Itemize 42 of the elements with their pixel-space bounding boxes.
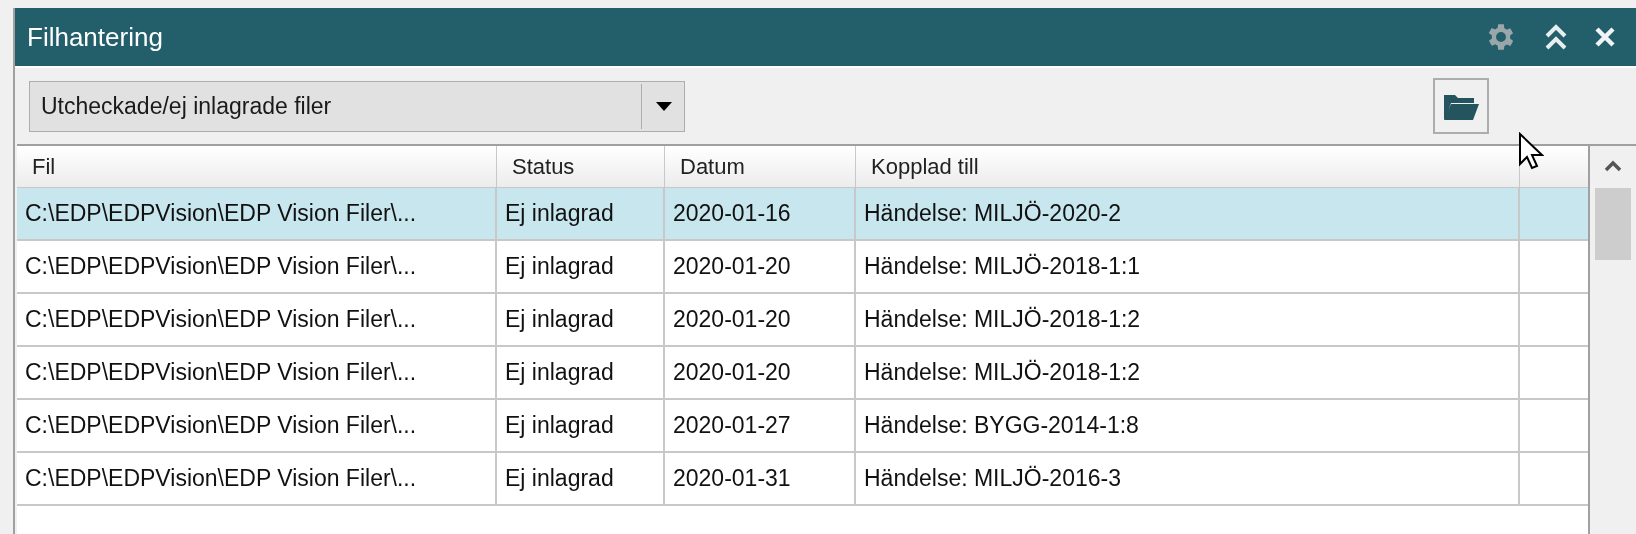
table-row[interactable]: C:\EDP\EDPVision\EDP Vision Filer\... Ej inlagrad 2020-01-27 Händelse: BYGG-2014-1:8 (17, 400, 1588, 453)
table-cell: Ej inlagrad (497, 241, 665, 292)
table-cell: C:\EDP\EDPVision\EDP Vision Filer\... (17, 400, 497, 451)
table-cell: 2020-01-20 (665, 241, 856, 292)
table-cell: 2020-01-27 (665, 400, 856, 451)
table-row[interactable]: C:\EDP\EDPVision\EDP Vision Filer\... Ej inlagrad 2020-01-20 Händelse: MILJÖ-2018-1:1 (17, 241, 1588, 294)
table-cell: C:\EDP\EDPVision\EDP Vision Filer\... (17, 347, 497, 398)
caret-icon (656, 101, 672, 111)
table-cell: Händelse: MILJÖ-2018-1:1 (856, 241, 1520, 292)
table-cell: Ej inlagrad (497, 347, 665, 398)
table-cell: Ej inlagrad (497, 294, 665, 345)
scroll-up-icon[interactable] (1604, 160, 1622, 172)
table-cell: 2020-01-16 (665, 188, 856, 239)
table-cell: Ej inlagrad (497, 400, 665, 451)
scroll-thumb[interactable] (1595, 188, 1631, 260)
window-title: Filhantering (27, 20, 163, 54)
table-cell: 2020-01-20 (665, 294, 856, 345)
table-row[interactable]: C:\EDP\EDPVision\EDP Vision Filer\... Ej inlagrad 2020-01-16 Händelse: MILJÖ-2020-2 (17, 188, 1588, 241)
table-cell: Ej inlagrad (497, 453, 665, 504)
table-cell: Händelse: MILJÖ-2018-1:2 (856, 347, 1520, 398)
table-row[interactable]: C:\EDP\EDPVision\EDP Vision Filer\... Ej inlagrad 2020-01-20 Händelse: MILJÖ-2018-1:2 (17, 294, 1588, 347)
column-header[interactable]: Status (497, 146, 665, 187)
table-cell: C:\EDP\EDPVision\EDP Vision Filer\... (17, 241, 497, 292)
table-cell: 2020-01-31 (665, 453, 856, 504)
mouse-cursor-icon (1518, 132, 1544, 172)
table-row[interactable]: C:\EDP\EDPVision\EDP Vision Filer\... Ej inlagrad 2020-01-20 Händelse: MILJÖ-2018-1:2 (17, 347, 1588, 400)
table-cell: Händelse: BYGG-2014-1:8 (856, 400, 1520, 451)
table-cell: C:\EDP\EDPVision\EDP Vision Filer\... (17, 453, 497, 504)
collapse-icon[interactable] (1544, 22, 1568, 52)
column-header[interactable]: Fil (17, 146, 497, 187)
open-folder-button[interactable] (1433, 78, 1489, 134)
close-icon[interactable] (1594, 26, 1616, 48)
table-row[interactable]: C:\EDP\EDPVision\EDP Vision Filer\... Ej inlagrad 2020-01-31 Händelse: MILJÖ-2016-3 (17, 453, 1588, 506)
table-cell: C:\EDP\EDPVision\EDP Vision Filer\... (17, 188, 497, 239)
filter-dropdown[interactable]: Utcheckade/ej inlagrade filer (29, 80, 685, 132)
table-cell: C:\EDP\EDPVision\EDP Vision Filer\... (17, 294, 497, 345)
table-cell: Händelse: MILJÖ-2018-1:2 (856, 294, 1520, 345)
table-cell: Händelse: MILJÖ-2020-2 (856, 188, 1520, 239)
column-header[interactable]: Datum (665, 146, 856, 187)
table-cell: Ej inlagrad (497, 188, 665, 239)
table-cell: 2020-01-20 (665, 347, 856, 398)
table-cell: Händelse: MILJÖ-2016-3 (856, 453, 1520, 504)
